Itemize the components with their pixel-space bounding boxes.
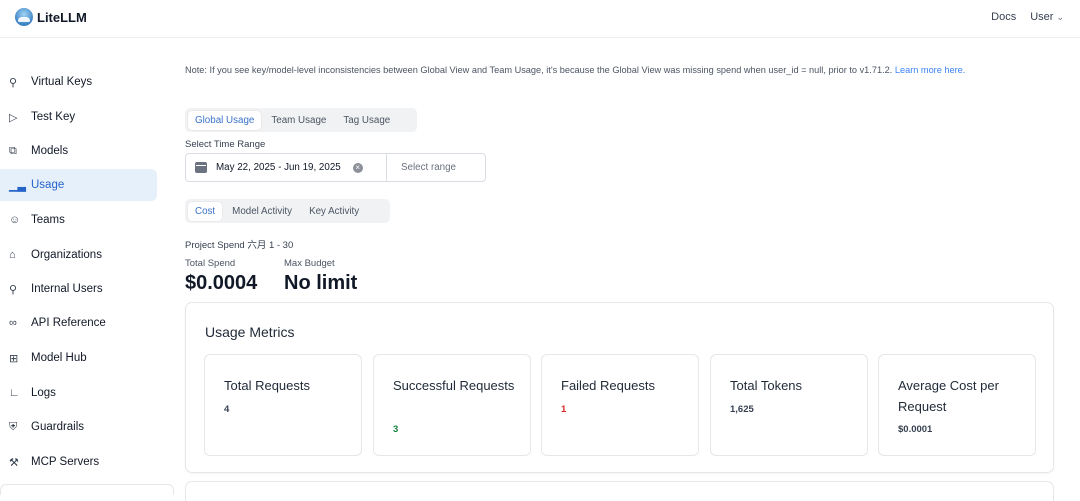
sidebar-item-label: API Reference [31, 317, 106, 329]
api-icon: ∞ [9, 317, 17, 329]
metric-title: Total Requests [224, 378, 310, 393]
sidebar-item-guardrails[interactable]: ⛨ Guardrails [0, 411, 157, 443]
learn-more-link[interactable]: Learn more here. [895, 65, 965, 75]
inconsistency-note: Note: If you see key/model-level inconsi… [185, 64, 1045, 77]
bar-chart-icon: ▁▃ [9, 179, 26, 192]
tab-global-usage[interactable]: Global Usage [188, 110, 262, 130]
sidebar-item-label: Virtual Keys [31, 76, 93, 88]
tool-icon: ⚒ [9, 456, 19, 469]
project-spend-label: Project Spend 六月 1 - 30 [185, 240, 294, 251]
play-circle-icon: ▷ [9, 111, 18, 124]
metric-title: Total Tokens [730, 378, 803, 393]
metric-successful-requests: Successful Requests 3 [373, 354, 531, 456]
metric-failed-requests: Failed Requests 1 [541, 354, 699, 456]
clear-icon[interactable]: × [352, 162, 363, 173]
select-range-dropdown[interactable]: Select range [401, 162, 456, 173]
sidebar-item-models[interactable]: ⧉ Models [0, 135, 157, 167]
metric-title: Failed Requests [561, 378, 655, 393]
sidebar-item-test-key[interactable]: ▷ Test Key [0, 101, 157, 133]
chevron-down-icon: ⌄ [1056, 12, 1064, 22]
metric-average-cost: Average Cost per Request $0.0001 [878, 354, 1036, 456]
sidebar-item-internal-users[interactable]: ⚲ Internal Users [0, 273, 157, 305]
user-icon: ⚲ [9, 283, 18, 296]
tab-team-usage[interactable]: Team Usage [264, 111, 333, 130]
max-budget-value: No limit [284, 272, 358, 294]
litellm-logo-icon [15, 8, 33, 26]
sidebar-item-api-reference[interactable]: ∞ API Reference [0, 307, 157, 339]
top-bar: LiteLLM Docs User ⌄ [0, 0, 1080, 38]
usage-metrics-title: Usage Metrics [205, 324, 295, 340]
sidebar-item-usage[interactable]: ▁▃ Usage [0, 169, 157, 201]
sidebar-item-label: Model Hub [31, 352, 87, 364]
metric-value: 1 [561, 404, 567, 415]
sidebar-footer-box [0, 484, 174, 495]
logo[interactable]: LiteLLM [15, 8, 87, 26]
metric-value: $0.0001 [898, 424, 933, 435]
sidebar-item-organizations[interactable]: ⌂ Organizations [0, 239, 157, 271]
metric-title: Average Cost per Request [898, 378, 999, 414]
usage-metrics-card: Usage Metrics Total Requests 4 Successfu… [185, 302, 1054, 473]
date-range-input[interactable]: May 22, 2025 - Jun 19, 2025 × [186, 154, 387, 181]
sidebar-item-label: Teams [31, 214, 65, 226]
total-spend-label: Total Spend [185, 258, 236, 269]
metric-total-requests: Total Requests 4 [204, 354, 362, 456]
view-tabs: Global Usage Team Usage Tag Usage [185, 108, 417, 132]
sidebar-item-label: Models [31, 145, 69, 157]
metric-value: 3 [393, 424, 399, 435]
sidebar-item-label: Test Key [31, 111, 76, 123]
calendar-icon [195, 162, 207, 173]
metric-total-tokens: Total Tokens 1,625 [710, 354, 868, 456]
grid-icon: ⊞ [9, 352, 19, 365]
note-text: Note: If you see key/model-level inconsi… [185, 65, 893, 75]
line-chart-icon: ∟ [9, 387, 20, 399]
sidebar-item-label: Logs [31, 387, 56, 399]
tab-tag-usage[interactable]: Tag Usage [336, 111, 397, 130]
sidebar-item-label: Usage [31, 179, 65, 191]
date-range-value: May 22, 2025 - Jun 19, 2025 [216, 162, 341, 173]
total-spend-value: $0.0004 [185, 272, 258, 294]
next-section-card [185, 481, 1054, 501]
sidebar-item-model-hub[interactable]: ⊞ Model Hub [0, 342, 157, 374]
bank-icon: ⌂ [9, 249, 16, 261]
metric-value: 4 [224, 404, 230, 415]
key-icon: ⚲ [9, 76, 18, 89]
time-range-label: Select Time Range [185, 139, 266, 150]
sidebar-item-label: Guardrails [31, 421, 85, 433]
metric-value: 1,625 [730, 404, 754, 415]
sidebar-item-label: MCP Servers [31, 456, 100, 468]
sidebar-item-mcp-servers[interactable]: ⚒ MCP Servers [0, 446, 157, 478]
user-menu-label: User [1030, 11, 1054, 23]
metric-title: Successful Requests [393, 378, 515, 393]
sidebar-item-label: Internal Users [31, 283, 103, 295]
tab-model-activity[interactable]: Model Activity [225, 202, 299, 221]
sidebar: ⚲ Virtual Keys ▷ Test Key ⧉ Models ▁▃ Us… [0, 37, 174, 495]
tab-key-activity[interactable]: Key Activity [302, 202, 366, 221]
sidebar-item-label: Organizations [31, 249, 102, 261]
sidebar-item-virtual-keys[interactable]: ⚲ Virtual Keys [0, 66, 157, 98]
sidebar-item-teams[interactable]: ☺ Teams [0, 204, 157, 236]
block-icon: ⧉ [9, 144, 17, 157]
tab-cost[interactable]: Cost [188, 201, 223, 221]
brand-name: LiteLLM [37, 9, 87, 25]
docs-link[interactable]: Docs [991, 11, 1016, 23]
max-budget-label: Max Budget [284, 258, 335, 269]
team-icon: ☺ [9, 214, 21, 226]
sidebar-item-logs[interactable]: ∟ Logs [0, 377, 157, 409]
metric-tabs: Cost Model Activity Key Activity [185, 199, 390, 223]
shield-icon: ⛨ [9, 420, 18, 433]
user-menu[interactable]: User ⌄ [1030, 11, 1064, 23]
date-range-picker: May 22, 2025 - Jun 19, 2025 × Select ran… [185, 153, 486, 182]
